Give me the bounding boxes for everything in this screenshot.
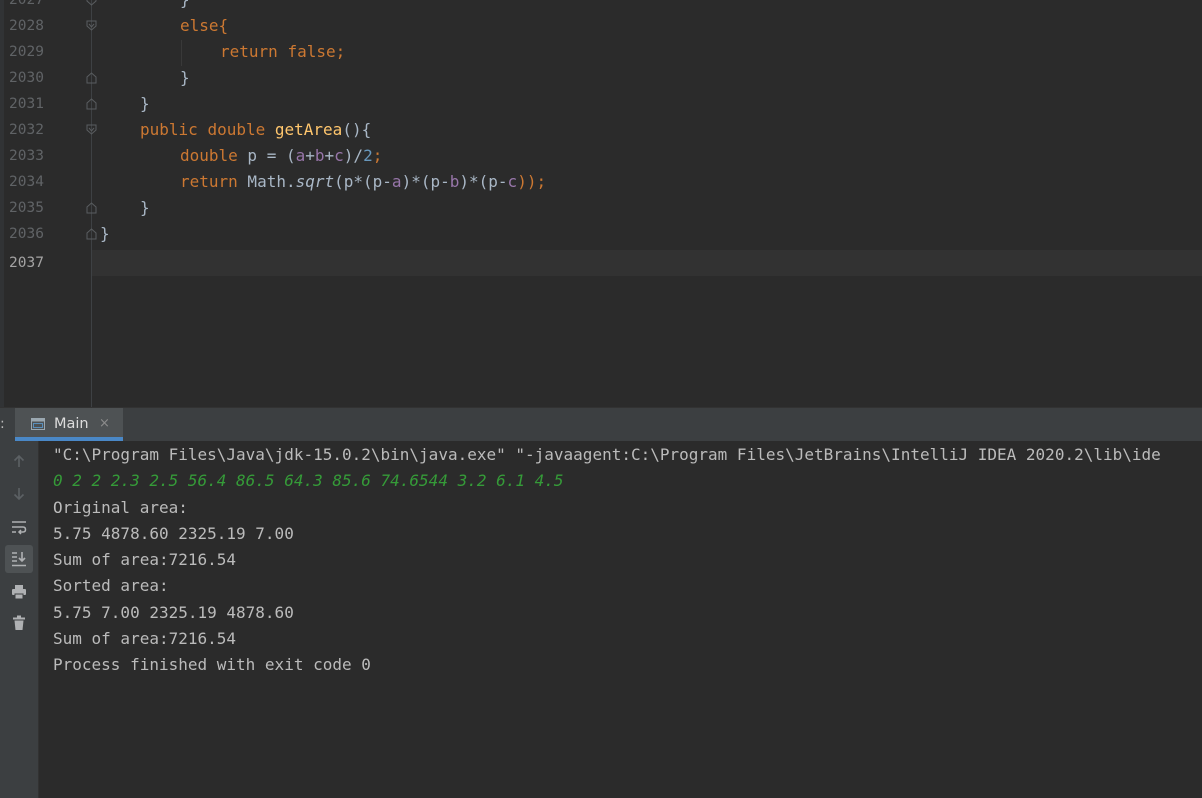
- run-panel-prefix: :: [0, 416, 5, 432]
- code-line[interactable]: 2035 }: [0, 195, 1202, 221]
- code-line[interactable]: 2029 return false;: [0, 39, 1202, 65]
- console-line: Sorted area:: [53, 576, 169, 595]
- code-line[interactable]: 2034 return Math.sqrt(p*(p-a)*(p-b)*(p-c…: [0, 169, 1202, 195]
- run-toolbar: [0, 441, 39, 798]
- print-icon[interactable]: [5, 578, 33, 606]
- arrow-up-icon[interactable]: [5, 447, 33, 475]
- code-text: }: [180, 0, 190, 13]
- code-text: }: [180, 68, 190, 87]
- scroll-to-end-icon[interactable]: [5, 545, 33, 573]
- code-line[interactable]: 2032 public double getArea(){: [0, 117, 1202, 143]
- line-number: 2036: [9, 226, 44, 242]
- line-number: 2034: [9, 174, 44, 190]
- code-line[interactable]: 2031 }: [0, 91, 1202, 117]
- code-text: return false;: [220, 42, 346, 61]
- close-icon[interactable]: ×: [99, 416, 110, 431]
- line-number: 2037: [9, 255, 44, 271]
- line-number: 2035: [9, 200, 44, 216]
- run-panel-header: : Main ×: [0, 407, 1202, 442]
- console-line: Original area:: [53, 498, 188, 517]
- console-user-input: 0 2 2 2.3 2.5 56.4 86.5 64.3 85.6 74.654…: [53, 471, 564, 490]
- code-line[interactable]: 2033 double p = (a+b+c)/2;: [0, 143, 1202, 169]
- line-number: 2030: [9, 70, 44, 86]
- code-text: }: [140, 198, 150, 217]
- code-line-current[interactable]: 2037: [0, 250, 1202, 276]
- tab-label: Main: [54, 416, 89, 432]
- code-text: return Math.sqrt(p*(p-a)*(p-b)*(p-c));: [180, 172, 547, 191]
- code-line[interactable]: 2030 }: [0, 65, 1202, 91]
- line-number: 2033: [9, 148, 44, 164]
- console-command-line: "C:\Program Files\Java\jdk-15.0.2\bin\ja…: [53, 445, 1161, 464]
- code-line[interactable]: 2036 }: [0, 221, 1202, 247]
- console-line: 5.75 7.00 2325.19 4878.60: [53, 603, 294, 622]
- line-number: 2029: [9, 44, 44, 60]
- fold-marker-icon[interactable]: [86, 0, 97, 6]
- soft-wrap-icon[interactable]: [5, 513, 33, 541]
- console-line: Sum of area:7216.54: [53, 629, 237, 648]
- line-number: 2027: [9, 0, 44, 8]
- line-number: 2028: [9, 18, 44, 34]
- console-output[interactable]: "C:\Program Files\Java\jdk-15.0.2\bin\ja…: [39, 441, 1202, 798]
- fold-marker-icon[interactable]: [86, 20, 97, 32]
- arrow-down-icon[interactable]: [5, 480, 33, 508]
- code-line[interactable]: 2028 else{: [0, 13, 1202, 39]
- console-line: Process finished with exit code 0: [53, 655, 371, 674]
- fold-end-icon[interactable]: [86, 202, 97, 214]
- console-line: Sum of area:7216.54: [53, 550, 237, 569]
- trash-icon[interactable]: [5, 609, 33, 637]
- fold-end-icon[interactable]: [86, 98, 97, 110]
- code-text: }: [140, 94, 150, 113]
- code-text: public double getArea(){: [140, 120, 372, 139]
- code-editor[interactable]: 2027 } 2028 else{ 2029 return false; 203…: [0, 0, 1202, 407]
- line-number: 2031: [9, 96, 44, 112]
- fold-end-icon[interactable]: [86, 228, 97, 240]
- fold-end-icon[interactable]: [86, 72, 97, 84]
- fold-marker-icon[interactable]: [86, 124, 97, 136]
- console-icon: [31, 418, 45, 430]
- code-line[interactable]: 2027 }: [0, 0, 1202, 13]
- code-text: double p = (a+b+c)/2;: [180, 146, 383, 165]
- line-number: 2032: [9, 122, 44, 138]
- code-text: else{: [180, 16, 229, 35]
- code-text: }: [100, 224, 110, 243]
- console-line: 5.75 4878.60 2325.19 7.00: [53, 524, 294, 543]
